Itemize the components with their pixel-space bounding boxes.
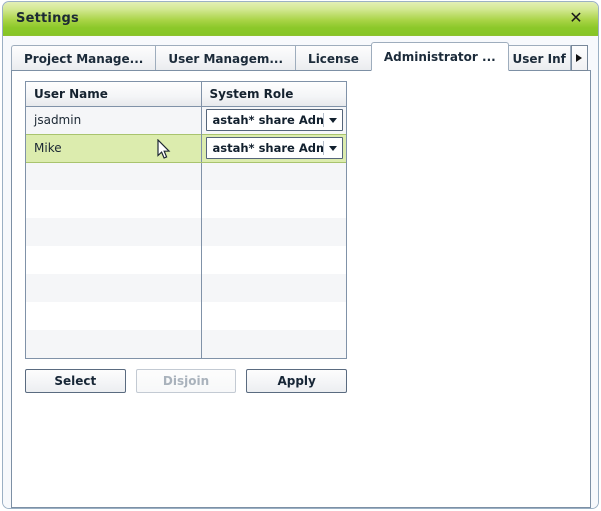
table-row[interactable]: jsadmin astah* share Admi bbox=[26, 106, 346, 134]
administrator-tab-panel: User Name System Role jsadmin astah* sha… bbox=[11, 70, 591, 508]
apply-button[interactable]: Apply bbox=[246, 369, 348, 393]
system-role-dropdown[interactable]: astah* share Admi bbox=[205, 137, 343, 159]
cell-empty bbox=[26, 246, 202, 274]
select-button[interactable]: Select bbox=[25, 369, 126, 393]
table-row-empty[interactable] bbox=[26, 302, 346, 330]
action-button-row: Select Disjoin Apply bbox=[25, 369, 348, 393]
cell-empty bbox=[201, 190, 346, 218]
column-header-system-role[interactable]: System Role bbox=[201, 82, 346, 107]
chevron-right-icon bbox=[576, 54, 583, 62]
disjoin-button: Disjoin bbox=[135, 369, 237, 393]
cell-empty bbox=[26, 302, 202, 330]
cell-empty bbox=[201, 302, 346, 330]
settings-dialog: Settings ✕ Project Manage... User Manage… bbox=[2, 1, 599, 509]
dialog-titlebar: Settings ✕ bbox=[3, 2, 598, 36]
tab-label: User Managem... bbox=[168, 51, 284, 66]
table-row-empty[interactable] bbox=[26, 246, 346, 274]
tab-label: User Inf bbox=[512, 51, 566, 66]
column-header-user-name[interactable]: User Name bbox=[26, 82, 202, 107]
cell-empty bbox=[201, 246, 346, 274]
combo-open-button[interactable] bbox=[324, 110, 342, 130]
cell-empty bbox=[201, 358, 346, 359]
table-header-row: User Name System Role bbox=[26, 82, 346, 107]
system-role-value: astah* share Admi bbox=[212, 141, 324, 155]
caret-down-icon bbox=[329, 145, 337, 151]
tab-license[interactable]: License bbox=[295, 45, 372, 71]
close-x-icon[interactable]: ✕ bbox=[567, 9, 585, 27]
table-row-empty[interactable] bbox=[26, 274, 346, 302]
tab-administrator[interactable]: Administrator ... bbox=[370, 42, 509, 71]
tab-label: Project Manage... bbox=[24, 51, 144, 66]
select-button-label: Select bbox=[54, 374, 97, 388]
cell-empty bbox=[26, 162, 202, 190]
table-row[interactable]: Mike astah* share Admi bbox=[26, 133, 346, 163]
combo-open-button[interactable] bbox=[324, 138, 342, 158]
table-row-empty[interactable] bbox=[26, 330, 346, 358]
cell-empty bbox=[201, 218, 346, 246]
system-role-dropdown[interactable]: astah* share Admi bbox=[205, 109, 343, 131]
table-row-empty[interactable] bbox=[26, 218, 346, 246]
apply-button-label: Apply bbox=[277, 374, 316, 388]
table-row-empty[interactable] bbox=[26, 162, 346, 190]
cell-system-role: astah* share Admi bbox=[201, 133, 346, 163]
screenshot-root: Settings ✕ Project Manage... User Manage… bbox=[0, 0, 601, 511]
cell-empty bbox=[26, 274, 202, 302]
caret-down-icon bbox=[329, 117, 337, 123]
cell-empty bbox=[26, 218, 202, 246]
disjoin-button-label: Disjoin bbox=[162, 374, 210, 388]
dialog-body: Project Manage... User Managem... Licens… bbox=[3, 37, 598, 508]
tab-label: Administrator ... bbox=[383, 49, 496, 64]
tab-user-management[interactable]: User Managem... bbox=[155, 45, 296, 71]
cell-empty bbox=[201, 162, 346, 190]
cell-empty bbox=[26, 330, 202, 358]
dialog-title: Settings bbox=[16, 11, 79, 26]
tab-label: License bbox=[308, 51, 359, 66]
tab-project-management[interactable]: Project Manage... bbox=[11, 45, 156, 71]
table-row-empty[interactable] bbox=[26, 358, 346, 359]
tab-scroll-right-button[interactable] bbox=[570, 45, 588, 71]
users-table: User Name System Role jsadmin astah* sha… bbox=[25, 81, 347, 359]
table-row-empty[interactable] bbox=[26, 190, 346, 218]
cell-empty bbox=[26, 190, 202, 218]
system-role-value: astah* share Admi bbox=[212, 113, 324, 127]
cell-empty bbox=[26, 358, 201, 359]
cell-empty bbox=[201, 330, 346, 358]
tab-strip: Project Manage... User Managem... Licens… bbox=[11, 42, 592, 71]
cell-system-role: astah* share Admi bbox=[201, 106, 346, 134]
cell-user-name: Mike bbox=[26, 133, 202, 163]
users-table-body: jsadmin astah* share Admi Mike astah* sh… bbox=[26, 106, 346, 359]
users-table-element: User Name System Role jsadmin astah* sha… bbox=[26, 82, 346, 359]
cell-user-name: jsadmin bbox=[26, 106, 202, 134]
cell-empty bbox=[201, 274, 346, 302]
users-table-head: User Name System Role bbox=[26, 82, 346, 107]
tab-user-info[interactable]: User Inf bbox=[507, 45, 571, 71]
